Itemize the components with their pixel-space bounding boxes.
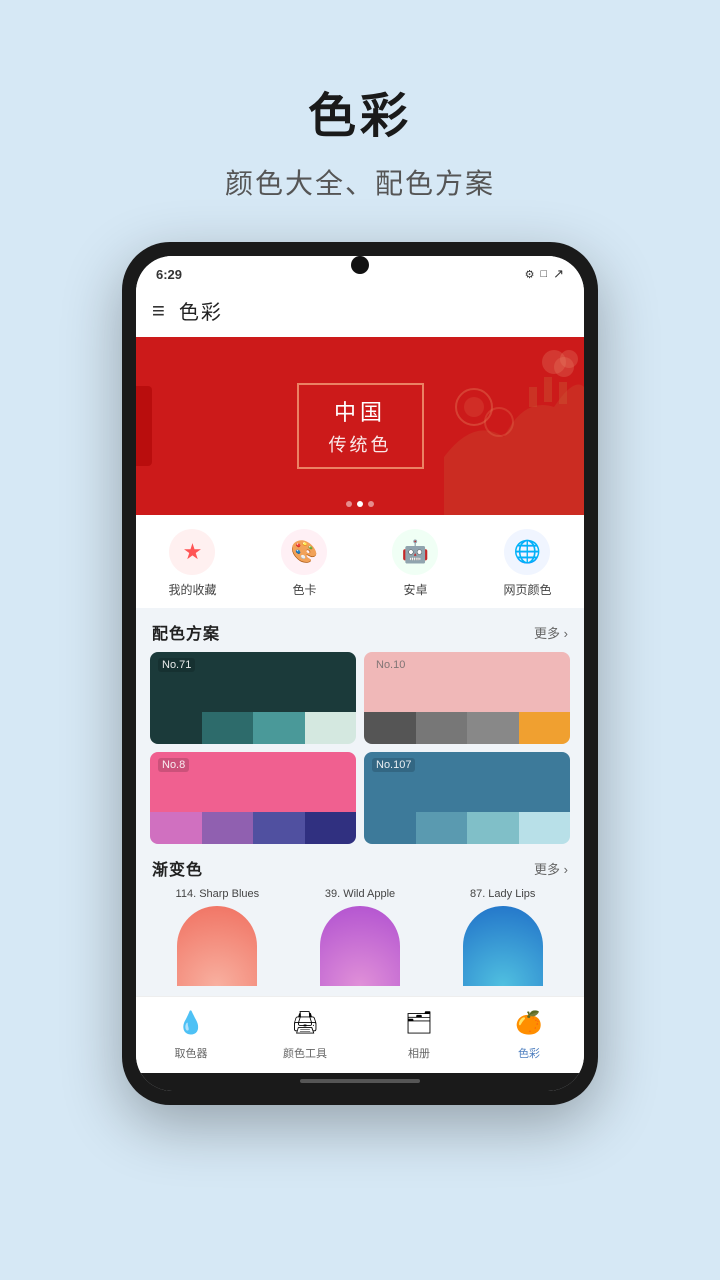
bottom-nav: 💧 取色器 🖨 颜色工具 🗂 相册 🍊 色彩 — [136, 996, 584, 1073]
gradient-item-lady-lips[interactable]: 87. Lady Lips — [435, 888, 570, 986]
banner-content: 中国 传统色 — [297, 383, 424, 469]
palette-grid: No.71 No.10 — [146, 652, 574, 844]
favorites-icon: ★ — [183, 539, 203, 565]
gradient-circle-sharp-blues — [177, 906, 257, 986]
palette-bottom-8 — [150, 812, 356, 844]
banner-subtitle: 传统色 — [329, 431, 392, 457]
gradient-grid: 114. Sharp Blues 39. Wild Apple 87. Lady… — [146, 888, 574, 986]
status-time: 6:29 — [156, 267, 182, 282]
favorites-icon-bg: ★ — [169, 529, 215, 575]
palette-card-8[interactable]: No.8 — [150, 752, 356, 844]
nav-title: 色彩 — [179, 296, 223, 325]
palette-bottom-71 — [150, 712, 356, 744]
palette-card-10[interactable]: No.10 — [364, 652, 570, 744]
colors-nav-label: 色彩 — [518, 1045, 540, 1061]
gradient-section: 渐变色 更多 › 114. Sharp Blues 39. Wild Apple — [136, 844, 584, 996]
quick-item-color-card[interactable]: 🎨 色卡 — [281, 529, 327, 598]
favorites-label: 我的收藏 — [168, 581, 216, 598]
quick-item-web-colors[interactable]: 🌐 网页颜色 — [503, 529, 551, 598]
palette-no-10: No.10 — [372, 658, 409, 672]
palette-bottom-107 — [364, 812, 570, 844]
color-picker-nav-icon: 💧 — [173, 1005, 209, 1041]
color-card-icon-bg: 🎨 — [281, 529, 327, 575]
web-colors-label: 网页颜色 — [503, 581, 551, 598]
gradient-section-title: 渐变色 — [152, 856, 203, 880]
banner-title: 中国 — [329, 395, 392, 427]
quick-icons-bar: ★ 我的收藏 🎨 色卡 🤖 安卓 — [136, 515, 584, 608]
web-colors-icon: 🌐 — [514, 539, 541, 565]
palette-bottom-10 — [364, 712, 570, 744]
phone-screen: 6:29 ⚙ □ ↗ ≡ 色彩 — [136, 256, 584, 1091]
colors-nav-icon: 🍊 — [511, 1005, 547, 1041]
color-tools-nav-label: 颜色工具 — [283, 1045, 327, 1061]
quick-item-favorites[interactable]: ★ 我的收藏 — [168, 529, 216, 598]
gradient-circle-wild-apple — [320, 906, 400, 986]
web-colors-icon-bg: 🌐 — [504, 529, 550, 575]
notification-status-icon: □ — [540, 268, 547, 280]
page-subtitle: 颜色大全、配色方案 — [225, 162, 495, 202]
page-title: 色彩 — [225, 76, 495, 146]
gradient-more-button[interactable]: 更多 › — [534, 859, 568, 878]
bottom-nav-album[interactable]: 🗂 相册 — [401, 1005, 437, 1061]
banner-decoration — [444, 337, 584, 515]
palette-card-71[interactable]: No.71 — [150, 652, 356, 744]
palette-no-107: No.107 — [372, 758, 415, 772]
page-header: 色彩 颜色大全、配色方案 — [225, 36, 495, 222]
home-indicator — [136, 1073, 584, 1091]
android-icon-bg: 🤖 — [392, 529, 438, 575]
album-nav-label: 相册 — [408, 1045, 430, 1061]
camera-notch — [351, 256, 369, 274]
palette-no-8: No.8 — [158, 758, 189, 772]
banner[interactable]: 中国 传统色 — [136, 337, 584, 515]
banner-dot-2[interactable] — [357, 501, 363, 507]
bottom-nav-color-picker[interactable]: 💧 取色器 — [173, 1005, 209, 1061]
quick-item-android[interactable]: 🤖 安卓 — [392, 529, 438, 598]
palette-section-title: 配色方案 — [152, 620, 220, 644]
palette-section: 配色方案 更多 › No.71 — [136, 608, 584, 844]
gradient-item-sharp-blues[interactable]: 114. Sharp Blues — [150, 888, 285, 986]
gradient-label-lady-lips: 87. Lady Lips — [470, 888, 535, 900]
gradient-label-sharp-blues: 114. Sharp Blues — [176, 888, 260, 900]
palette-section-header: 配色方案 更多 › — [146, 608, 574, 652]
color-picker-nav-label: 取色器 — [175, 1045, 208, 1061]
bottom-nav-color-tools[interactable]: 🖨 颜色工具 — [283, 1005, 327, 1061]
banner-dots — [346, 501, 374, 507]
palette-more-button[interactable]: 更多 › — [534, 623, 568, 642]
banner-left-tab — [136, 386, 152, 466]
banner-dot-3[interactable] — [368, 501, 374, 507]
color-tools-nav-icon: 🖨 — [287, 1005, 323, 1041]
color-card-label: 色卡 — [292, 581, 316, 598]
home-bar — [300, 1079, 420, 1083]
gradient-item-wild-apple[interactable]: 39. Wild Apple — [293, 888, 428, 986]
settings-status-icon: ⚙ — [525, 268, 535, 281]
phone-shell: 6:29 ⚙ □ ↗ ≡ 色彩 — [122, 242, 598, 1105]
palette-card-107[interactable]: No.107 — [364, 752, 570, 844]
bottom-nav-colors[interactable]: 🍊 色彩 — [511, 1005, 547, 1061]
gradient-circle-lady-lips — [463, 906, 543, 986]
status-icons: ⚙ □ ↗ — [525, 266, 564, 282]
palette-no-71: No.71 — [158, 658, 195, 672]
album-nav-icon: 🗂 — [401, 1005, 437, 1041]
menu-icon[interactable]: ≡ — [152, 298, 165, 324]
color-card-icon: 🎨 — [291, 539, 318, 565]
signal-status-icon: ↗ — [553, 266, 564, 282]
android-label: 安卓 — [403, 581, 427, 598]
top-nav: ≡ 色彩 — [136, 288, 584, 337]
banner-dot-1[interactable] — [346, 501, 352, 507]
gradient-label-wild-apple: 39. Wild Apple — [325, 888, 395, 900]
android-icon: 🤖 — [402, 539, 429, 565]
gradient-section-header: 渐变色 更多 › — [146, 844, 574, 888]
